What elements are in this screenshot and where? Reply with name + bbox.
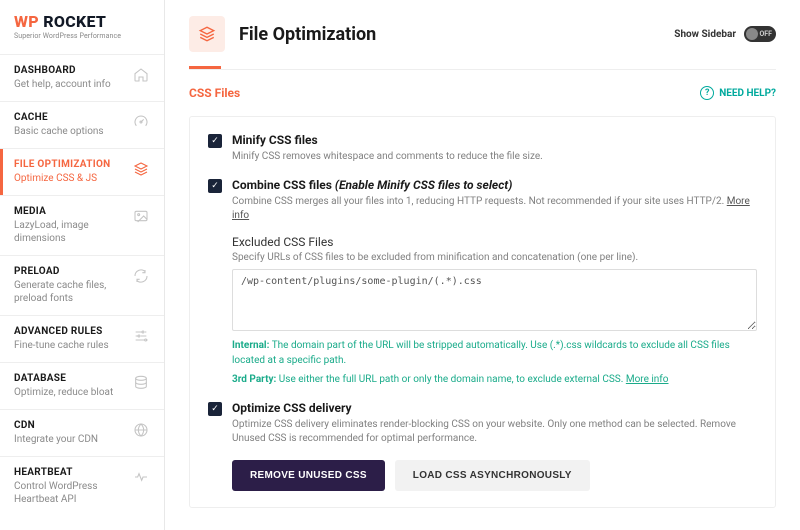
checkbox-minify[interactable]: ✓: [208, 134, 222, 148]
hint-internal: Internal: The domain part of the URL wil…: [232, 338, 757, 368]
sidebar-item-heartbeat[interactable]: HEARTBEAT Control WordPress Heartbeat AP…: [0, 456, 164, 516]
brand-rocket: ROCKET: [43, 12, 106, 31]
sidebar-item-file-optimization[interactable]: FILE OPTIMIZATION Optimize CSS & JS: [0, 148, 164, 195]
sidebar-item-sub: Control WordPress Heartbeat API: [14, 480, 124, 506]
css-options-card: ✓ Minify CSS files Minify CSS removes wh…: [189, 116, 776, 508]
more-info-link[interactable]: More info: [626, 374, 669, 385]
active-tab-indicator: [189, 66, 221, 69]
option-combine-css: ✓ Combine CSS files (Enable Minify CSS f…: [208, 178, 757, 387]
database-icon: [132, 373, 150, 399]
page-header: File Optimization Show Sidebar OFF: [165, 0, 800, 52]
option-title: Minify CSS files: [232, 133, 757, 147]
option-minify-css: ✓ Minify CSS files Minify CSS removes wh…: [208, 133, 757, 164]
sidebar-item-cache[interactable]: CACHE Basic cache options: [0, 101, 164, 148]
home-icon: [132, 65, 150, 91]
sidebar-item-label: PRELOAD: [14, 266, 124, 277]
brand-logo: WP ROCKET Superior WordPress Performance: [0, 0, 164, 54]
sidebar-item-label: DASHBOARD: [14, 65, 124, 76]
page-title: File Optimization: [239, 24, 660, 45]
main-content: File Optimization Show Sidebar OFF CSS F…: [165, 0, 800, 530]
sidebar-item-sub: Basic cache options: [14, 125, 124, 138]
sidebar-item-sub: Fine-tune cache rules: [14, 339, 124, 352]
excluded-css-textarea[interactable]: [232, 269, 757, 331]
excluded-label: Excluded CSS Files: [232, 235, 757, 249]
sidebar-item-preload[interactable]: PRELOAD Generate cache files, preload fo…: [0, 255, 164, 315]
sidebar-item-label: CACHE: [14, 112, 124, 123]
option-desc: Minify CSS removes whitespace and commen…: [232, 150, 757, 164]
sidebar-item-sub: Integrate your CDN: [14, 433, 124, 446]
brand-tagline: Superior WordPress Performance: [14, 32, 150, 40]
toggle-state-label: OFF: [759, 30, 772, 38]
globe-icon: [132, 420, 150, 446]
checkbox-combine[interactable]: ✓: [208, 179, 222, 193]
sidebar-item-label: CDN: [14, 420, 124, 431]
sidebar-item-sub: LazyLoad, image dimensions: [14, 219, 124, 245]
hint-thirdparty: 3rd Party: Use either the full URL path …: [232, 372, 757, 387]
load-css-async-button[interactable]: LOAD CSS ASYNCHRONOUSLY: [395, 460, 590, 491]
sidebar-item-label: ADVANCED RULES: [14, 326, 124, 337]
option-title: Combine CSS files (Enable Minify CSS fil…: [232, 178, 757, 192]
sidebar-item-sub: Optimize CSS & JS: [14, 172, 124, 185]
sidebar-item-label: DATABASE: [14, 373, 124, 384]
layers-icon: [132, 159, 150, 185]
sidebar-item-label: FILE OPTIMIZATION: [14, 159, 124, 170]
sidebar-item-cdn[interactable]: CDN Integrate your CDN: [0, 409, 164, 456]
gauge-icon: [132, 112, 150, 138]
sidebar-item-sub: Get help, account info: [14, 78, 124, 91]
remove-unused-css-button[interactable]: REMOVE UNUSED CSS: [232, 460, 385, 491]
sidebar-item-media[interactable]: MEDIA LazyLoad, image dimensions: [0, 195, 164, 255]
option-desc: Optimize CSS delivery eliminates render-…: [232, 418, 757, 446]
show-sidebar-label: Show Sidebar: [674, 29, 736, 40]
option-desc: Combine CSS merges all your files into 1…: [232, 195, 757, 223]
sidebar-item-label: MEDIA: [14, 206, 124, 217]
excluded-help: Specify URLs of CSS files to be excluded…: [232, 252, 757, 263]
checkbox-optimize-delivery[interactable]: ✓: [208, 402, 222, 416]
show-sidebar-toggle[interactable]: Show Sidebar OFF: [674, 26, 776, 42]
refresh-icon: [132, 266, 150, 305]
sidebar: WP ROCKET Superior WordPress Performance…: [0, 0, 165, 530]
brand-wp: WP: [14, 12, 39, 31]
sidebar-item-sub: Optimize, reduce bloat: [14, 386, 124, 399]
need-help-label: NEED HELP?: [719, 88, 776, 99]
sidebar-item-dashboard[interactable]: DASHBOARD Get help, account info: [0, 54, 164, 101]
option-title: Optimize CSS delivery: [232, 401, 757, 415]
section-title: CSS Files: [189, 86, 700, 100]
sidebar-item-label: HEARTBEAT: [14, 467, 124, 478]
sliders-icon: [132, 326, 150, 352]
sidebar-item-sub: Generate cache files, preload fonts: [14, 279, 124, 305]
toggle-switch[interactable]: OFF: [744, 26, 776, 42]
option-optimize-delivery: ✓ Optimize CSS delivery Optimize CSS del…: [208, 401, 757, 491]
need-help-link[interactable]: ? NEED HELP?: [700, 86, 776, 100]
layers-icon: [189, 16, 225, 52]
help-icon: ?: [700, 86, 714, 100]
sidebar-item-database[interactable]: DATABASE Optimize, reduce bloat: [0, 362, 164, 409]
heartbeat-icon: [132, 467, 150, 506]
sidebar-item-advanced-rules[interactable]: ADVANCED RULES Fine-tune cache rules: [0, 315, 164, 362]
image-icon: [132, 206, 150, 245]
